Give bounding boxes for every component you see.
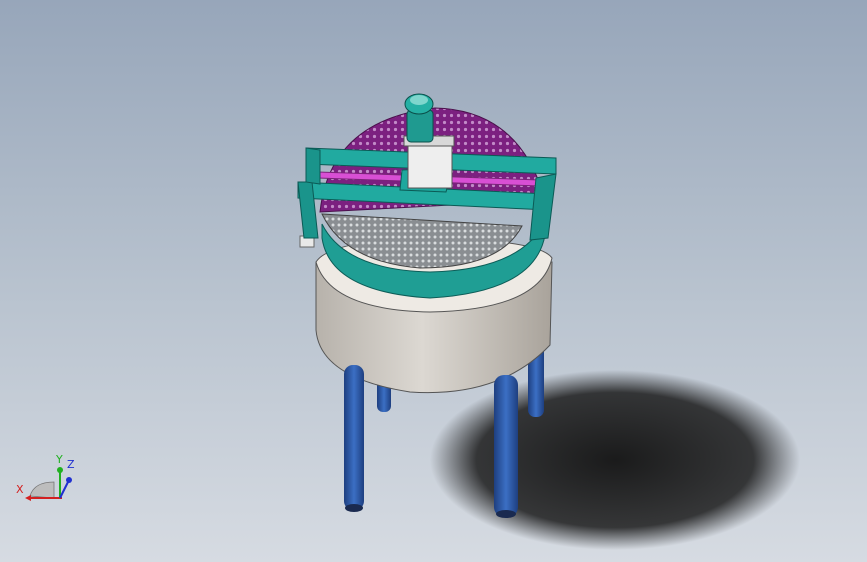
motor-body: [406, 109, 434, 143]
leg-front-left: [344, 365, 364, 510]
mixer-tank-model[interactable]: [0, 0, 867, 562]
triad-plane: [29, 481, 55, 499]
z-axis-tip: [66, 477, 72, 483]
axis-triad: X Y Z: [16, 453, 75, 501]
gearbox: [407, 139, 453, 189]
z-axis-label: Z: [67, 458, 75, 471]
ground-shadow: [430, 370, 800, 550]
leg-foot-front-left: [345, 504, 363, 512]
z-axis-line: [59, 481, 69, 499]
graphics-viewport[interactable]: X Y Z: [0, 0, 867, 562]
x-axis-arrow: [25, 495, 31, 501]
motor-top: [410, 95, 428, 105]
leg-foot-front-right: [496, 510, 516, 518]
y-axis-tip: [57, 467, 63, 473]
leg-front-right: [494, 375, 518, 517]
x-axis-label: X: [16, 483, 24, 496]
y-axis-label: Y: [55, 453, 63, 466]
frame-bracket-left: [305, 147, 321, 185]
